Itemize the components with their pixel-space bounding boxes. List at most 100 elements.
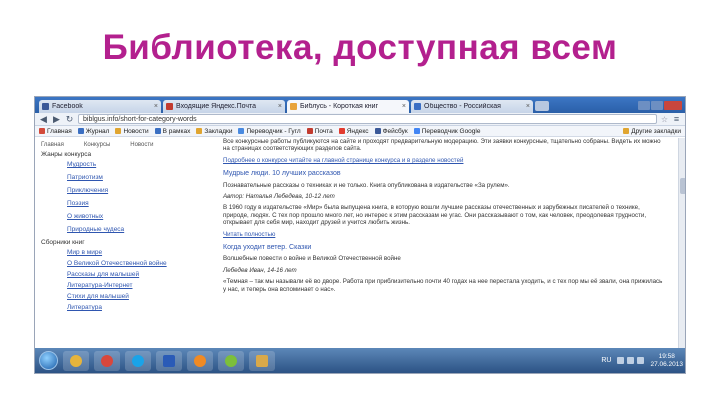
google-translate-icon [413, 128, 420, 134]
bookmark-icon [39, 128, 45, 134]
bookmark-item[interactable]: Яндекс [338, 128, 369, 135]
top-links: Главная Конкурсы Новости [41, 142, 205, 148]
network-icon[interactable] [617, 357, 625, 364]
sidebar-link[interactable]: Стихи для малышей [67, 293, 205, 300]
other-bookmarks[interactable]: Другие закладки [623, 128, 681, 135]
folder-icon [256, 354, 268, 367]
bookmark-star-icon[interactable]: ☆ [661, 115, 668, 124]
system-tray: RU 19:58 27.06.2013 [601, 353, 683, 369]
article-meta: Лебедев Иван, 14-16 лет [223, 266, 297, 274]
sidebar-link[interactable]: Литература-Интернет [67, 282, 205, 289]
clock-date: 27.06.2013 [650, 360, 683, 368]
article-heading[interactable]: Мудрые люди. 10 лучших рассказов [223, 170, 663, 177]
taskbar-app[interactable] [218, 350, 244, 371]
new-tab-button[interactable] [535, 101, 549, 111]
article-summary: Познавательные рассказы о техниках и не … [223, 181, 510, 189]
bookmark-item[interactable]: Переводчик - Гугл [238, 128, 301, 135]
bookmark-item[interactable]: В рамках [154, 128, 190, 135]
top-link[interactable]: Конкурсы [84, 142, 110, 148]
folder-icon [196, 128, 203, 134]
tray-icons [617, 357, 645, 364]
bookmark-icon [154, 128, 161, 134]
bookmark-item[interactable]: Новости [115, 128, 149, 135]
sidebar: Главная Конкурсы Новости Жанры конкурса … [35, 138, 205, 350]
sidebar-link[interactable]: Мир в мире [67, 249, 205, 256]
book-favicon-icon [290, 103, 297, 110]
sidebar-link[interactable]: О Великой Отечественной войне [67, 260, 205, 267]
bookmark-icon [115, 128, 122, 134]
web-page: Главная Конкурсы Новости Жанры конкурса … [35, 138, 685, 350]
address-bar[interactable]: biblgus.info/short-for-category-words [78, 114, 657, 124]
tab-facebook[interactable]: Facebook × [39, 100, 161, 113]
chrome-icon [101, 354, 113, 367]
bookmark-item[interactable]: Переводчик Google [413, 128, 480, 135]
taskbar-app[interactable] [187, 350, 213, 371]
intro-link[interactable]: Подробнее о конкурсе читайте на главной … [223, 157, 663, 164]
sidebar-link[interactable]: Приключения [67, 187, 205, 194]
clock[interactable]: 19:58 27.06.2013 [650, 353, 683, 369]
tab-label: Библусь - Короткая книг [300, 103, 379, 110]
vertical-scrollbar[interactable] [678, 138, 685, 350]
sidebar-link[interactable]: Литература [67, 304, 205, 311]
start-button[interactable] [39, 351, 58, 370]
maximize-button[interactable] [651, 101, 663, 110]
taskbar-app[interactable] [249, 350, 275, 371]
read-more-link[interactable]: Читать полностью [223, 231, 663, 238]
skype-icon [132, 354, 144, 367]
window-controls [638, 101, 685, 110]
tab-mail[interactable]: Входящие Яндекс.Почта × [163, 100, 285, 113]
taskbar: RU 19:58 27.06.2013 [35, 348, 685, 373]
reload-icon[interactable]: ↻ [65, 114, 74, 125]
explorer-icon [70, 354, 82, 367]
sidebar-link[interactable]: Природные чудеса [67, 226, 205, 233]
sidebar-link[interactable]: Патриотизм [67, 174, 205, 181]
mail-favicon-icon [166, 103, 173, 110]
bookmark-item[interactable]: Почта [306, 128, 333, 135]
sidebar-link[interactable]: О животных [67, 213, 205, 220]
taskbar-app[interactable] [125, 350, 151, 371]
page-favicon-icon [414, 103, 421, 110]
translate-icon [238, 128, 245, 134]
clock-time: 19:58 [658, 352, 675, 360]
close-tab-icon[interactable]: × [154, 103, 158, 110]
tab-society[interactable]: Общество - Российская × [411, 100, 533, 113]
navigation-bar: ◀ ▶ ↻ biblgus.info/short-for-category-wo… [35, 113, 685, 126]
paint-icon [225, 354, 237, 367]
facebook-icon [374, 128, 381, 134]
sidebar-heading: Сборники книг [41, 239, 85, 246]
article-text: В 1960 году в издательстве «Мир» была вы… [223, 204, 647, 227]
language-indicator[interactable]: RU [601, 357, 611, 364]
sidebar-link[interactable]: Мудрость [67, 161, 205, 168]
taskbar-app[interactable] [63, 350, 89, 371]
sidebar-link[interactable]: Поэзия [67, 200, 205, 207]
forward-arrow-icon[interactable]: ▶ [52, 114, 61, 125]
top-link[interactable]: Главная [41, 142, 64, 148]
intro-text: Все конкурсные работы публикуются на сай… [223, 138, 661, 153]
bookmark-icon [77, 128, 84, 134]
scrollbar-thumb[interactable] [680, 178, 685, 194]
close-tab-icon[interactable]: × [278, 103, 282, 110]
facebook-favicon-icon [42, 103, 49, 110]
back-arrow-icon[interactable]: ◀ [39, 114, 48, 125]
bookmark-item[interactable]: Главная [39, 128, 72, 135]
article-heading[interactable]: Когда уходит ветер. Сказки [223, 244, 663, 251]
word-icon [163, 354, 175, 367]
tab-biblgus[interactable]: Библусь - Короткая книг × [287, 100, 409, 113]
top-link[interactable]: Новости [130, 142, 153, 148]
volume-icon[interactable] [627, 357, 635, 364]
bookmark-item[interactable]: Фейсбук [374, 128, 408, 135]
minimize-button[interactable] [638, 101, 650, 110]
bookmark-item[interactable]: Закладки [196, 128, 232, 135]
flag-icon[interactable] [637, 357, 645, 364]
taskbar-app[interactable] [94, 350, 120, 371]
sidebar-link[interactable]: Рассказы для малышей [67, 271, 205, 278]
close-tab-icon[interactable]: × [402, 103, 406, 110]
taskbar-app[interactable] [156, 350, 182, 371]
sidebar-heading: Жанры конкурса [41, 151, 92, 158]
close-tab-icon[interactable]: × [526, 103, 530, 110]
bookmark-item[interactable]: Журнал [77, 128, 109, 135]
bookmarks-bar: Главная Журнал Новости В рамках Закладки… [35, 126, 685, 137]
menu-wrench-icon[interactable]: ≡ [672, 114, 681, 124]
article-summary: Волшебные повести о войне и Великой Отеч… [223, 255, 401, 263]
close-window-button[interactable] [664, 101, 682, 110]
